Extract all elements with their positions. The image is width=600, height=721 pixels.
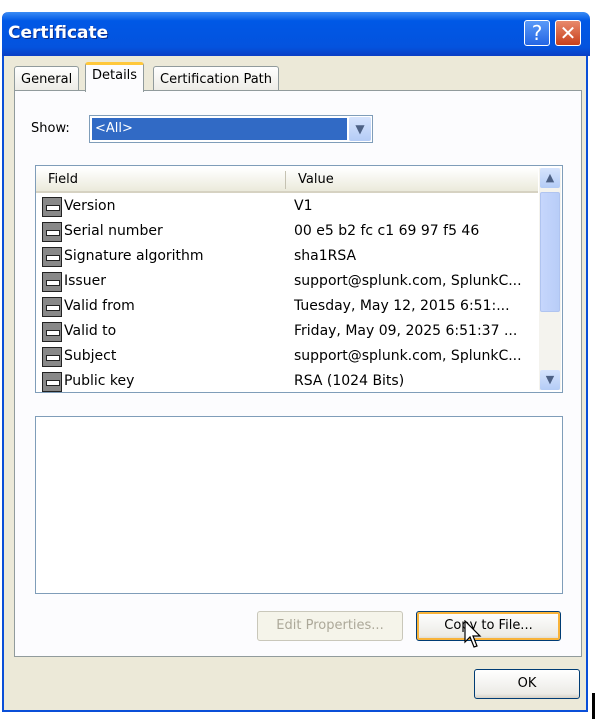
field-value: 00 e5 b2 fc c1 69 97 f5 46 xyxy=(294,223,480,239)
certificate-dialog: Certificate ? ✕ General Details Certific… xyxy=(2,12,590,712)
tab-certification-path[interactable]: Certification Path xyxy=(153,66,280,91)
field-value: Tuesday, May 12, 2015 6:51:... xyxy=(294,298,510,314)
certificate-field-icon xyxy=(42,197,62,217)
certificate-field-icon xyxy=(42,297,62,317)
field-value: V1 xyxy=(294,198,313,214)
column-divider[interactable] xyxy=(285,171,286,189)
field-value: Friday, May 09, 2025 6:51:37 ... xyxy=(294,323,518,339)
list-row[interactable]: Signature algorithm sha1RSA xyxy=(42,245,538,270)
certificate-field-icon xyxy=(42,247,62,267)
copy-to-file-button[interactable]: Copy to File... xyxy=(416,611,561,641)
list-row[interactable]: Valid from Tuesday, May 12, 2015 6:51:... xyxy=(42,295,538,320)
list-row[interactable]: Issuer support@splunk.com, SplunkC... xyxy=(42,270,538,295)
certificate-field-icon xyxy=(42,272,62,292)
mouse-cursor-icon xyxy=(464,620,482,648)
field-name: Version xyxy=(64,198,116,214)
list-row[interactable]: Serial number 00 e5 b2 fc c1 69 97 f5 46 xyxy=(42,220,538,245)
list-row[interactable]: Subject support@splunk.com, SplunkC... xyxy=(42,345,538,370)
field-name: Subject xyxy=(64,348,117,364)
field-value: RSA (1024 Bits) xyxy=(294,373,405,389)
list-header: Field Value xyxy=(36,168,538,193)
close-button[interactable]: ✕ xyxy=(555,20,581,46)
certificate-field-icon xyxy=(42,372,62,392)
field-name: Valid from xyxy=(64,298,135,314)
field-name: Issuer xyxy=(64,273,106,289)
list-row[interactable]: Version V1 xyxy=(42,195,538,220)
field-value: support@splunk.com, SplunkC... xyxy=(294,273,522,289)
edge-artifact xyxy=(592,693,595,719)
tab-details[interactable]: Details xyxy=(85,62,145,92)
field-name: Serial number xyxy=(64,223,163,239)
edit-properties-button[interactable]: Edit Properties... xyxy=(257,611,403,641)
list-row[interactable]: Valid to Friday, May 09, 2025 6:51:37 ... xyxy=(42,320,538,345)
show-label: Show: xyxy=(31,121,70,136)
tab-general[interactable]: General xyxy=(14,66,80,91)
help-button[interactable]: ? xyxy=(524,20,550,46)
column-header-field[interactable]: Field xyxy=(48,172,78,187)
field-value: sha1RSA xyxy=(294,248,357,264)
certificate-field-icon xyxy=(42,222,62,242)
certificate-field-icon xyxy=(42,322,62,342)
field-value: support@splunk.com, SplunkC... xyxy=(294,348,522,364)
ok-button[interactable]: OK xyxy=(474,669,580,699)
show-selected-value: <All> xyxy=(92,118,347,140)
chevron-down-icon[interactable]: ▼ xyxy=(349,117,371,141)
column-header-value[interactable]: Value xyxy=(298,172,334,187)
vertical-scrollbar[interactable]: ▲ ▼ xyxy=(539,168,561,390)
field-name: Valid to xyxy=(64,323,117,339)
field-name: Signature algorithm xyxy=(64,248,204,264)
details-panel: Show: <All> ▼ Field Value Version V1 Seria… xyxy=(14,90,582,657)
title-bar[interactable]: Certificate ? ✕ xyxy=(2,12,590,56)
scroll-down-icon[interactable]: ▼ xyxy=(540,370,560,390)
scroll-up-icon[interactable]: ▲ xyxy=(540,168,560,188)
certificate-field-icon xyxy=(42,347,62,367)
list-row[interactable]: Public key RSA (1024 Bits) xyxy=(42,370,538,392)
scroll-thumb[interactable] xyxy=(540,192,560,312)
window-title: Certificate xyxy=(8,23,109,43)
value-detail-box[interactable] xyxy=(35,416,563,594)
field-name: Public key xyxy=(64,373,135,389)
show-dropdown[interactable]: <All> ▼ xyxy=(89,115,373,143)
fields-list[interactable]: Field Value Version V1 Serial number 00 e5 … xyxy=(35,165,563,393)
